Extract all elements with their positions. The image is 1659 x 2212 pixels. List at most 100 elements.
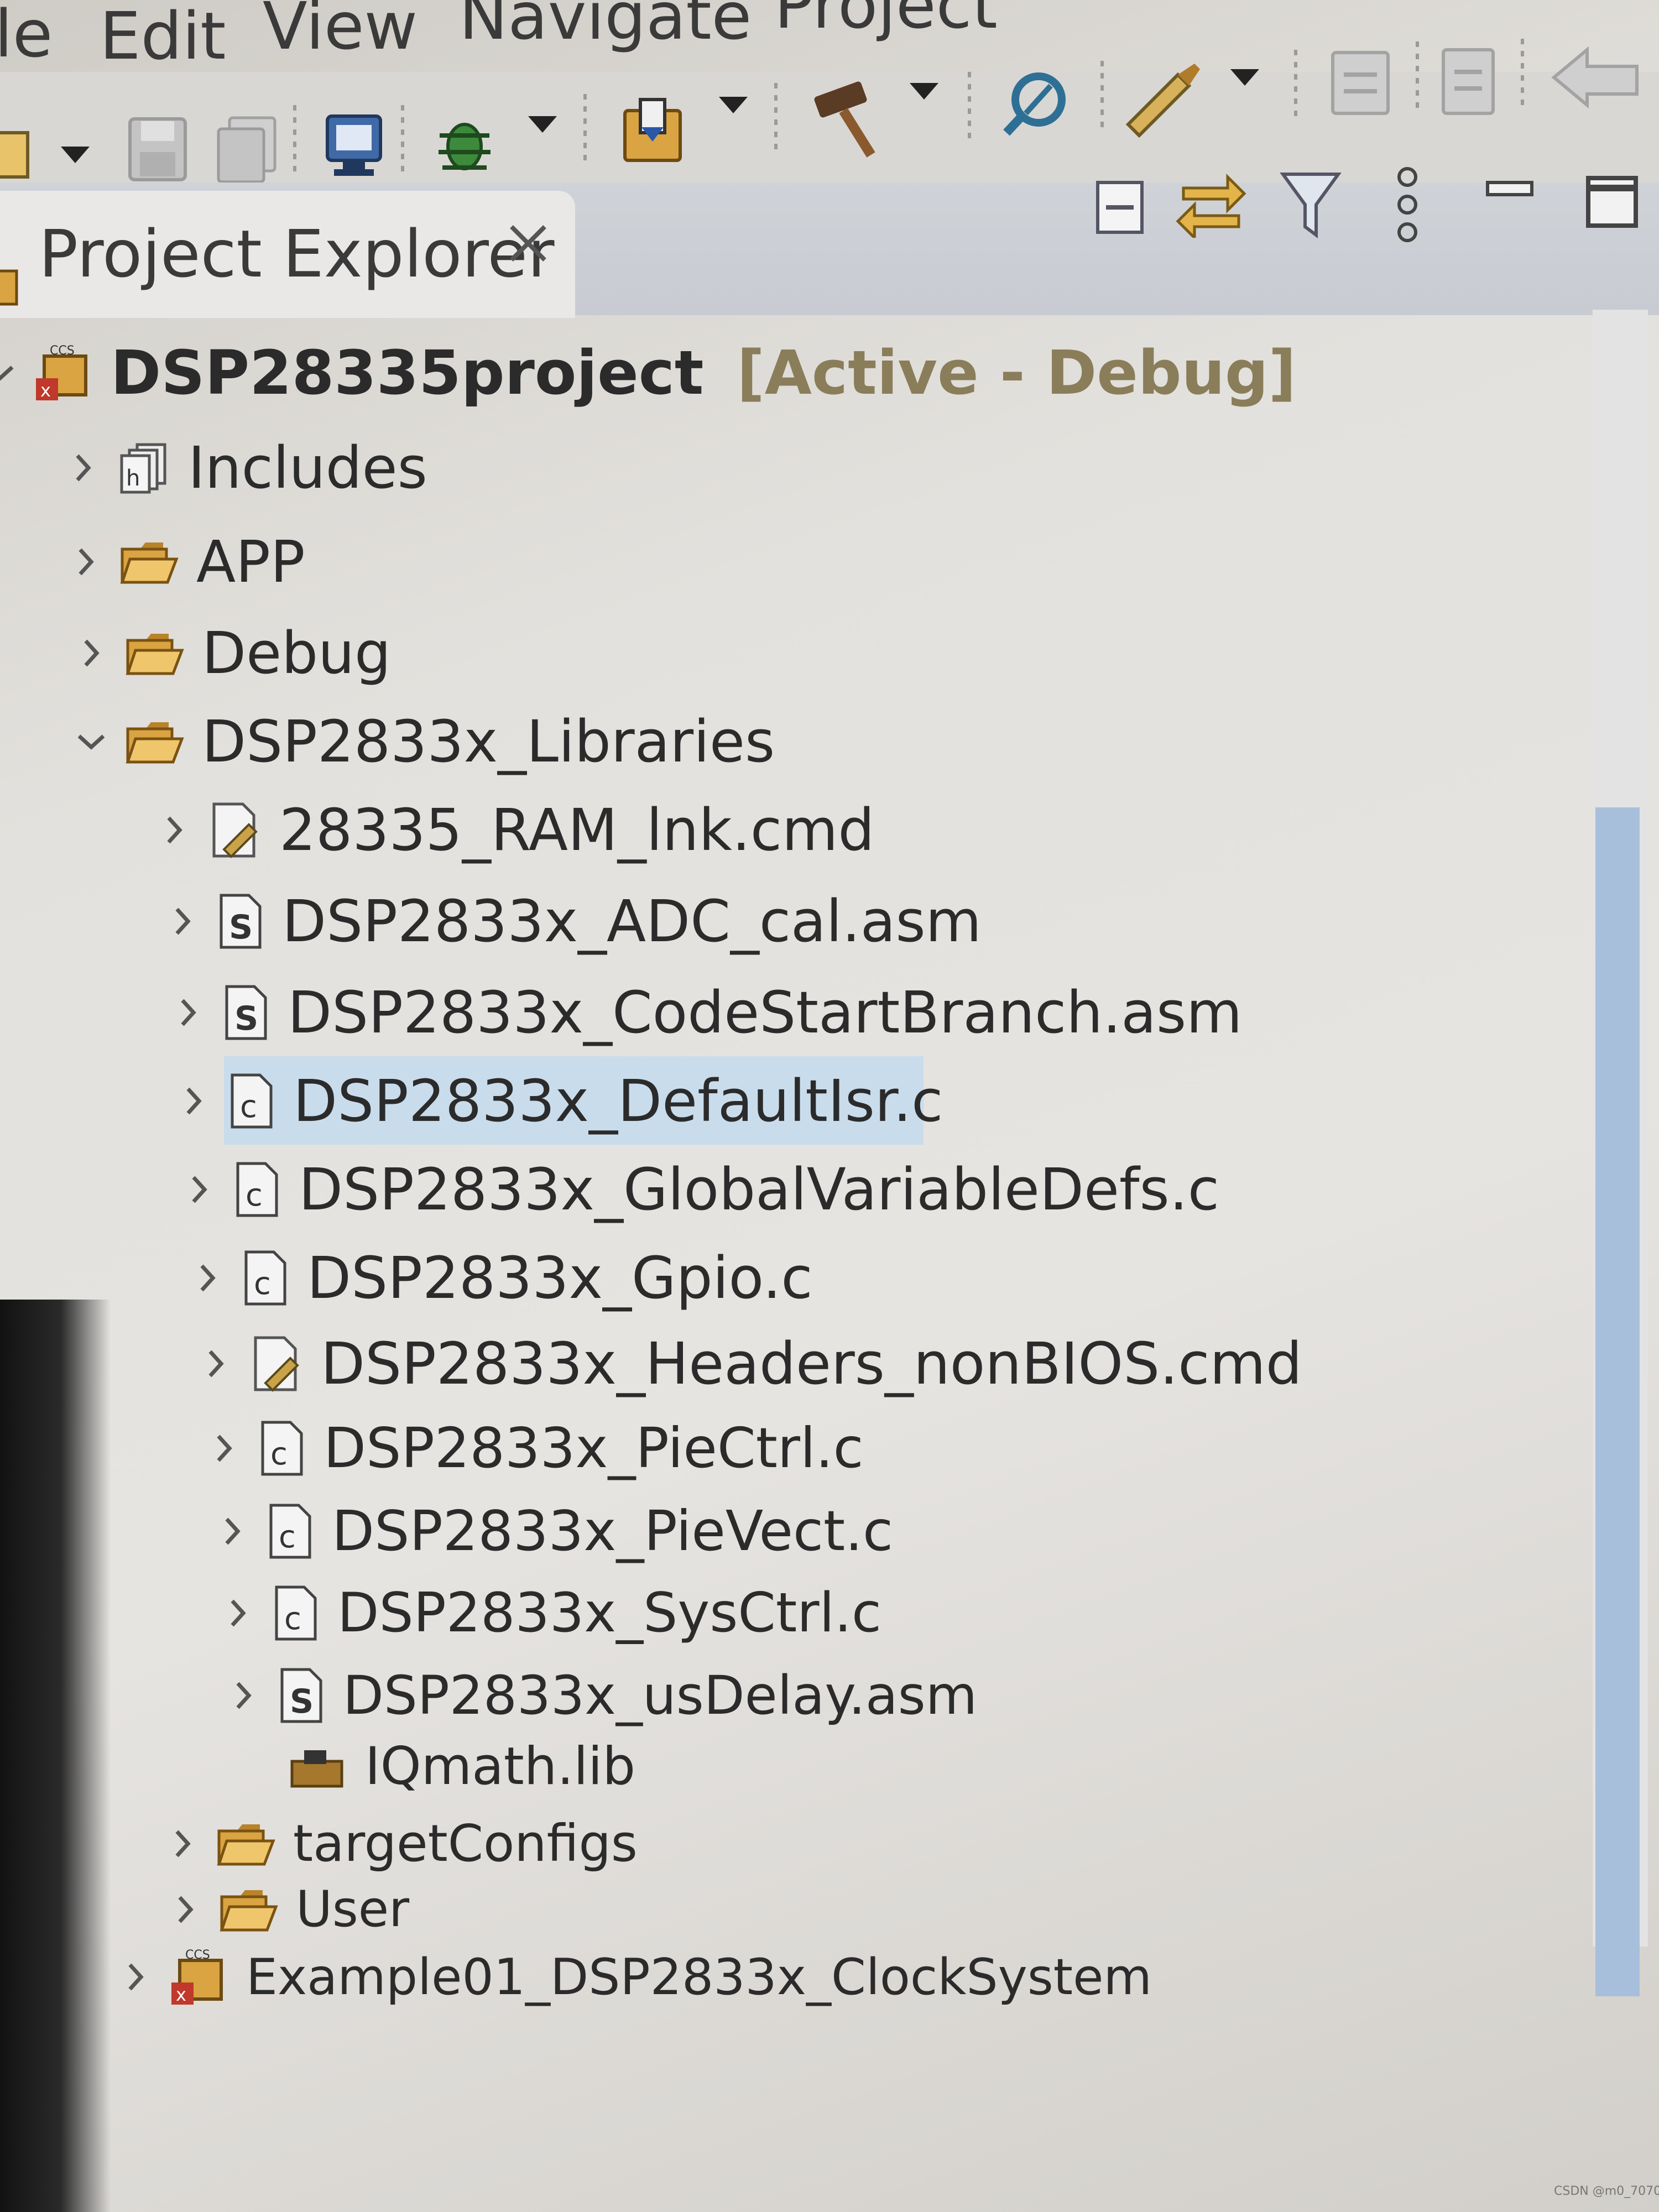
flash-icon[interactable] [614, 94, 691, 171]
chevron-right-icon[interactable] [177, 1079, 210, 1123]
project-status-label: [Active - Debug] [737, 337, 1296, 408]
tree-item[interactable]: User [169, 1880, 409, 1938]
tree-item[interactable]: c DSP2833x_DefaultIsr.c [177, 1067, 943, 1135]
tree-item[interactable]: DSP2833x_Libraries [75, 708, 775, 775]
tree-item[interactable]: c DSP2833x_PieVect.c [216, 1499, 893, 1563]
tree-item[interactable]: APP [69, 528, 305, 596]
folder-icon [108, 717, 202, 766]
save-all-icon[interactable] [213, 113, 279, 185]
ccs-project-icon: CCS x [152, 1947, 246, 2007]
filter-icon[interactable] [1277, 166, 1344, 243]
folder-icon [199, 1819, 293, 1869]
chevron-right-icon[interactable] [227, 1673, 260, 1718]
cmd-file-icon [232, 1333, 321, 1394]
copy-icon[interactable] [1432, 39, 1504, 122]
new-dropdown-icon[interactable] [61, 147, 90, 163]
tree-item[interactable]: S DSP2833x_ADC_cal.asm [166, 888, 982, 955]
tree-item[interactable]: c DSP2833x_Gpio.c [191, 1244, 813, 1312]
view-menu-icon[interactable] [1388, 163, 1427, 246]
tree-item[interactable]: 28335_RAM_lnk.cmd [158, 796, 874, 864]
cmd-file-icon [191, 800, 279, 860]
link-editor-icon[interactable] [1172, 166, 1250, 238]
tree-item-label: DSP2833x_SysCtrl.c [337, 1582, 881, 1645]
c-file-icon: c [241, 1418, 324, 1479]
tree-item[interactable]: CCS x DSP28335project [Active - Debug] [0, 337, 1296, 408]
tree-item[interactable]: h Includes [66, 434, 427, 502]
screen-bezel [0, 1300, 111, 2212]
tree-item[interactable]: c DSP2833x_GlobalVariableDefs.c [182, 1156, 1219, 1223]
chevron-right-icon[interactable] [221, 1591, 254, 1635]
chevron-right-icon[interactable] [216, 1509, 249, 1553]
tool-dropdown-icon[interactable] [1230, 69, 1259, 86]
chevron-right-icon[interactable] [75, 631, 108, 675]
tree-item[interactable]: S DSP2833x_CodeStartBranch.asm [171, 979, 1242, 1046]
chevron-right-icon[interactable] [166, 899, 199, 943]
menu-file[interactable]: le [0, 0, 53, 72]
asm-file-icon: S [205, 982, 288, 1043]
tree-item[interactable]: S DSP2833x_usDelay.asm [227, 1665, 977, 1726]
chevron-down-icon[interactable] [75, 719, 108, 764]
tree-item[interactable]: IQmath.lib [238, 1736, 635, 1797]
chevron-right-icon[interactable] [119, 1955, 152, 1999]
search-icon[interactable] [995, 66, 1073, 144]
chevron-right-icon[interactable] [207, 1426, 241, 1470]
chevron-right-icon[interactable] [69, 540, 102, 584]
chevron-down-icon[interactable] [0, 351, 17, 395]
chevron-right-icon[interactable] [169, 1887, 202, 1932]
save-icon[interactable] [124, 113, 191, 185]
svg-text:CCS: CCS [50, 344, 75, 358]
c-file-icon: c [254, 1583, 337, 1644]
scrollbar-thumb[interactable] [1595, 807, 1640, 1996]
tool-icon[interactable] [1123, 58, 1206, 141]
menu-project[interactable]: Project [774, 0, 998, 43]
tree-item-label: DSP2833x_ADC_cal.asm [282, 888, 982, 955]
asm-file-icon: S [260, 1665, 343, 1726]
svg-text:h: h [126, 466, 140, 491]
collapse-all-icon[interactable] [1092, 177, 1147, 238]
menu-edit[interactable]: Edit [100, 0, 226, 74]
tree-item[interactable]: Debug [75, 619, 391, 687]
view-title: Project Explorer [39, 216, 555, 292]
chevron-right-icon[interactable] [166, 1822, 199, 1866]
tree-item-label: 28335_RAM_lnk.cmd [279, 796, 875, 864]
tree-item-label: Includes [188, 434, 427, 502]
chevron-right-icon[interactable] [171, 990, 205, 1035]
new-icon[interactable] [0, 122, 39, 188]
lib-file-icon [271, 1742, 365, 1792]
tree-item-label: DSP2833x_Gpio.c [307, 1244, 813, 1312]
chevron-right-icon[interactable] [158, 808, 191, 852]
tree-item-label: IQmath.lib [365, 1736, 636, 1797]
svg-text:c: c [246, 1177, 263, 1213]
chevron-right-icon[interactable] [199, 1342, 232, 1386]
menu-navigate[interactable]: Navigate [459, 0, 752, 54]
build-dropdown-icon[interactable] [910, 83, 938, 100]
editor-icon[interactable] [1322, 41, 1399, 124]
build-icon[interactable] [805, 77, 888, 160]
debug-icon[interactable] [429, 108, 500, 180]
maximize-icon[interactable] [1582, 171, 1642, 232]
tree-item[interactable]: c DSP2833x_PieCtrl.c [207, 1416, 864, 1480]
back-icon[interactable] [1543, 33, 1648, 116]
asm-file-icon: S [199, 891, 282, 952]
tree-item[interactable]: CCS x Example01_DSP2833x_ClockSystem [119, 1947, 1152, 2007]
menu-view[interactable]: View [263, 0, 418, 64]
tree-item-label: Example01_DSP2833x_ClockSystem [246, 1948, 1152, 2006]
svg-text:c: c [279, 1519, 296, 1555]
chevron-right-icon[interactable] [182, 1167, 216, 1212]
folder-icon [202, 1885, 296, 1934]
tree-item[interactable]: DSP2833x_Headers_nonBIOS.cmd [199, 1330, 1302, 1397]
terminal-icon[interactable] [321, 111, 387, 182]
chevron-right-icon[interactable] [191, 1256, 224, 1300]
tree-item-label: DSP2833x_Headers_nonBIOS.cmd [321, 1330, 1302, 1397]
tree-item-label: User [296, 1880, 410, 1938]
tree-item-label: Debug [202, 619, 392, 687]
chevron-right-icon[interactable] [66, 446, 100, 490]
minimize-icon[interactable] [1482, 171, 1537, 205]
flash-dropdown-icon[interactable] [719, 97, 748, 113]
close-icon[interactable] [506, 221, 550, 265]
debug-dropdown-icon[interactable] [528, 116, 557, 133]
tree-item[interactable]: targetConfigs [166, 1814, 638, 1873]
svg-text:S: S [290, 1682, 314, 1721]
c-file-icon: c [210, 1071, 293, 1131]
tree-item[interactable]: c DSP2833x_SysCtrl.c [221, 1582, 881, 1645]
